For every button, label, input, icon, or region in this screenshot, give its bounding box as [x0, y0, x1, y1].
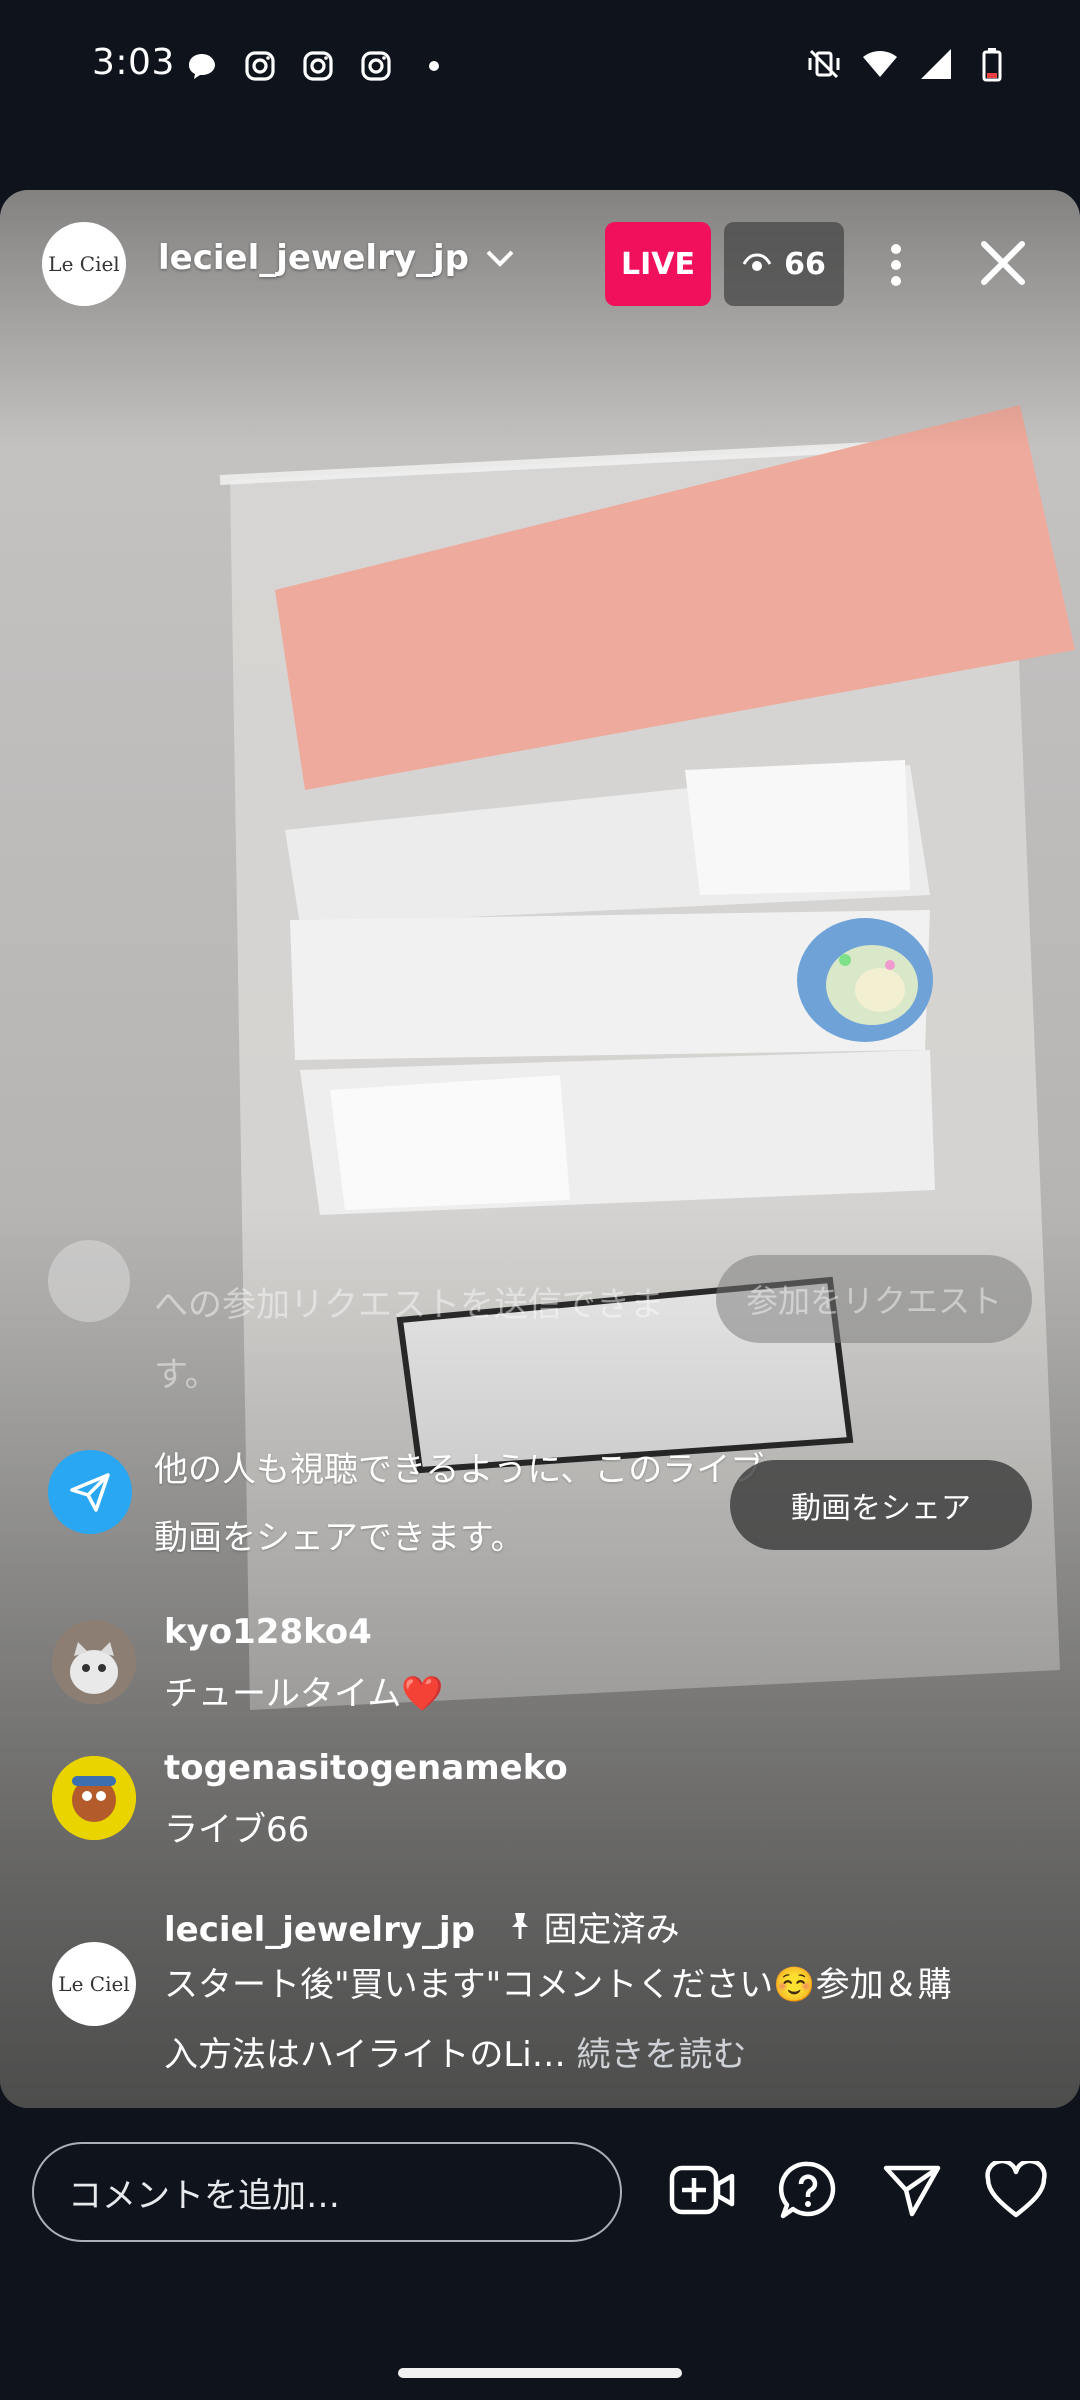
comment-text: ライブ66 — [164, 1810, 310, 1850]
host-avatar-logo: Le Ciel — [48, 252, 120, 276]
add-video-icon — [669, 2165, 735, 2215]
add-video-button[interactable] — [664, 2152, 740, 2228]
commenter-avatar[interactable]: Le Ciel — [52, 1942, 136, 2026]
wifi-icon — [863, 51, 897, 77]
system-icons — [806, 46, 1010, 82]
pinned-indicator: 固定済み — [507, 1910, 680, 1950]
viewer-count: 66 — [784, 246, 826, 282]
pinned-comment-text: スタート後"買います"コメントください☺️参加＆購入方法はハイライトのLi… — [164, 1965, 952, 2075]
share-video-button[interactable]: 動画をシェア — [730, 1460, 1032, 1550]
more-options-button[interactable] — [876, 230, 916, 300]
close-icon — [981, 241, 1025, 285]
question-icon — [778, 2161, 836, 2219]
live-video[interactable]: Le Ciel leciel_jewelry_jp LIVE 66 への参加リク… — [0, 190, 1080, 2108]
battery-icon — [982, 48, 1002, 82]
comment-input[interactable]: コメントを追加… — [32, 2142, 622, 2242]
pin-icon — [511, 1913, 528, 1939]
chevron-down-icon — [486, 250, 514, 267]
join-request-icon — [48, 1240, 130, 1322]
signal-icon — [921, 49, 951, 79]
read-more-link[interactable]: 続きを読む — [577, 2035, 747, 2075]
instagram-icon — [303, 51, 333, 81]
ask-question-button[interactable] — [770, 2152, 846, 2228]
join-request-text: への参加リクエストを送信できます。 — [154, 1285, 664, 1395]
status-bar: 3:03 — [0, 0, 1080, 130]
live-badge: LIVE — [605, 222, 711, 306]
join-request-button[interactable]: 参加をリクエスト — [716, 1255, 1032, 1343]
dot-icon — [429, 61, 439, 71]
cartoon-avatar-image — [52, 1756, 136, 1840]
comment-username[interactable]: togenasitogenameko — [164, 1748, 568, 1788]
comment-username[interactable]: kyo128ko4 — [164, 1612, 372, 1652]
top-gradient — [0, 190, 1080, 450]
more-vertical-icon — [891, 244, 901, 286]
host-avatar[interactable]: Le Ciel — [42, 222, 126, 306]
commenter-avatar[interactable] — [52, 1756, 136, 1840]
home-indicator[interactable] — [398, 2368, 682, 2378]
share-button[interactable] — [874, 2152, 950, 2228]
comment-username[interactable]: leciel_jewelry_jp — [164, 1910, 475, 1950]
eye-icon — [742, 253, 772, 271]
heart-icon — [985, 2161, 1047, 2218]
share-notice-text: 他の人も視聴できるように、このライブ動画をシェアできます。 — [154, 1450, 765, 1558]
pinned-comment-header: leciel_jewelry_jp 固定済み — [164, 1902, 680, 1951]
notification-icons — [184, 48, 452, 84]
instagram-icon — [245, 51, 275, 81]
viewer-count-button[interactable]: 66 — [724, 222, 844, 306]
host-username: leciel_jewelry_jp — [158, 238, 469, 278]
chat-bubble-icon — [189, 54, 215, 79]
host-avatar-logo: Le Ciel — [58, 1972, 130, 1996]
share-notice-icon — [48, 1450, 132, 1534]
pinned-comment-body: スタート後"買います"コメントください☺️参加＆購入方法はハイライトのLi… 続… — [164, 1950, 964, 2090]
commenter-avatar[interactable] — [52, 1620, 136, 1704]
send-icon — [883, 2165, 941, 2217]
pinned-label: 固定済み — [543, 1910, 680, 1950]
comment-text: チュールタイム❤️ — [164, 1674, 444, 1714]
vibrate-off-icon — [808, 49, 840, 79]
status-time: 3:03 — [92, 42, 175, 83]
like-button[interactable] — [978, 2152, 1054, 2228]
cat-avatar-image — [52, 1620, 136, 1704]
close-button[interactable] — [968, 228, 1038, 298]
host-username-button[interactable]: leciel_jewelry_jp — [158, 238, 517, 278]
bottom-bar: コメントを追加… — [0, 2108, 1080, 2280]
paper-plane-icon — [70, 1473, 110, 1512]
instagram-icon — [361, 51, 391, 81]
